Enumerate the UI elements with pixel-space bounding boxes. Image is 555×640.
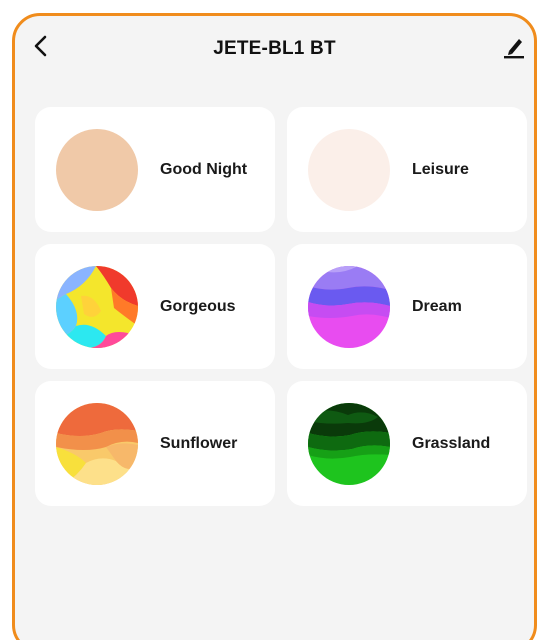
scene-card-gorgeous[interactable]: Gorgeous [35,244,275,369]
scene-card-sunflower[interactable]: Sunflower [35,381,275,506]
scene-label: Grassland [412,435,491,452]
edit-button[interactable] [500,32,528,60]
scene-swatch-gorgeous [56,266,138,348]
scene-swatch-grassland [308,403,390,485]
header: JETE-BL1 BT [15,16,534,78]
scene-label: Gorgeous [160,298,236,315]
scene-card-dream[interactable]: Dream [287,244,527,369]
scene-grid: Good Night Leisure Gorgeous Dream Sunflo… [35,107,527,506]
scene-label: Leisure [412,161,469,178]
scene-label: Good Night [160,161,248,178]
scene-label: Sunflower [160,435,238,452]
scene-swatch-sunflower [56,403,138,485]
scene-label: Dream [412,298,462,315]
scene-card-leisure[interactable]: Leisure [287,107,527,232]
pencil-icon [504,39,524,59]
page-title: JETE-BL1 BT [213,38,336,59]
scene-card-good-night[interactable]: Good Night [35,107,275,232]
scene-swatch-good-night [56,129,138,211]
app-frame: JETE-BL1 BT Good Night Leisure Gorgeous … [12,13,537,640]
scene-card-grassland[interactable]: Grassland [287,381,527,506]
scene-swatch-leisure [308,129,390,211]
scene-swatch-dream [308,266,390,348]
